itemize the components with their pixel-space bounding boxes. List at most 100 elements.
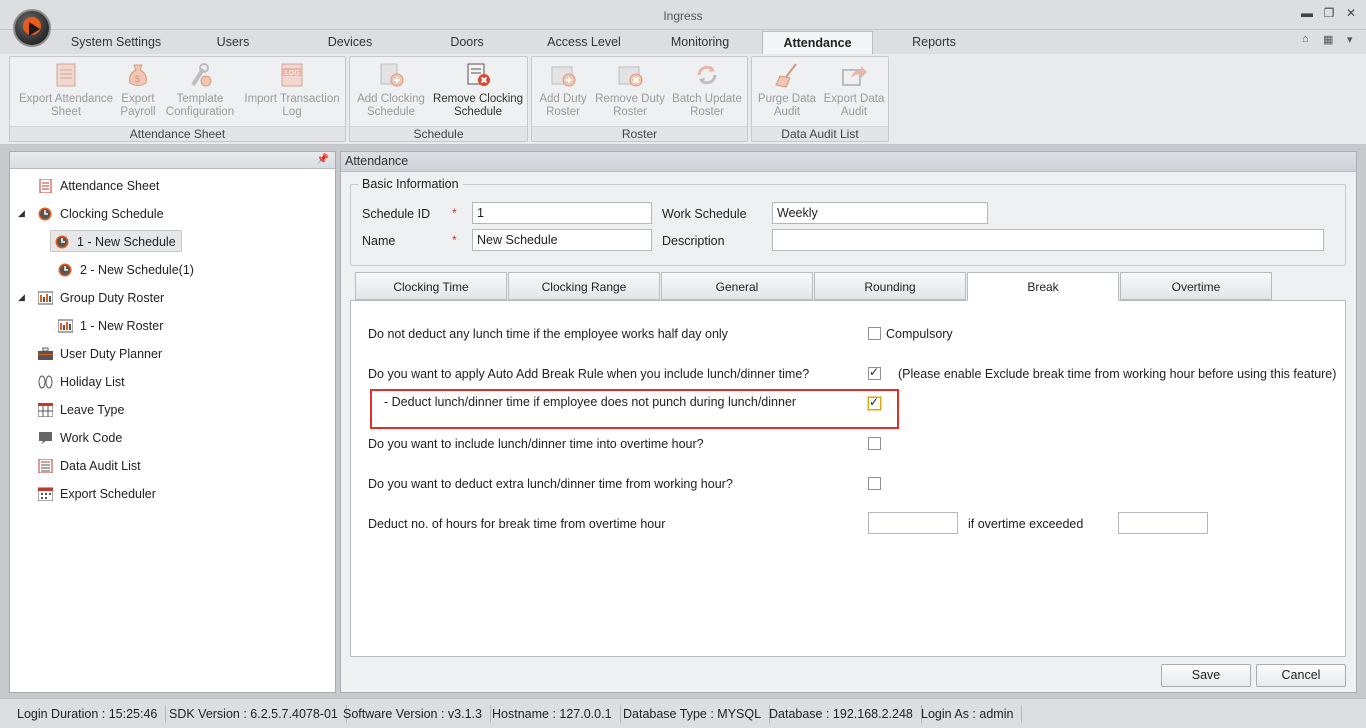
auto-add-break-rule-checkbox[interactable] (868, 365, 881, 380)
ribbon-group-label: Schedule (350, 126, 527, 141)
purge-data-audit-button[interactable]: Purge Data Audit (754, 61, 820, 119)
tab-rounding[interactable]: Rounding (814, 272, 966, 300)
basic-information-group (350, 184, 1346, 266)
briefcase-icon (38, 346, 53, 360)
tab-clocking-range[interactable]: Clocking Range (508, 272, 660, 300)
deduct-hours-input[interactable] (868, 512, 958, 534)
tools-icon (185, 61, 215, 89)
batch-update-roster-label: Batch Update Roster (672, 93, 742, 118)
list-icon (38, 458, 53, 474)
tree-item-schedule-2[interactable]: 2 - New Schedule(1) (58, 259, 194, 281)
deduct-no-punch-checkbox[interactable] (868, 395, 881, 410)
tab-doors[interactable]: Doors (438, 31, 496, 54)
tree-item-export-scheduler[interactable]: Export Scheduler (37, 483, 156, 505)
include-into-overtime-checkbox[interactable] (868, 437, 881, 450)
import-transaction-log-label: Import Transaction Log (244, 93, 340, 118)
collapse-ribbon-icon[interactable]: ⌂ (1302, 33, 1309, 45)
include-into-overtime-label: Do you want to include lunch/dinner time… (368, 437, 704, 451)
template-configuration-button[interactable]: Template Configuration (162, 61, 238, 119)
tab-system-settings[interactable]: System Settings (64, 31, 168, 54)
template-configuration-label: Template Configuration (165, 93, 235, 118)
add-duty-roster-label: Add Duty Roster (539, 93, 587, 118)
description-input[interactable] (772, 229, 1324, 251)
clock-icon (55, 234, 70, 249)
tab-reports[interactable]: Reports (900, 31, 968, 54)
clock-icon (38, 206, 53, 221)
export-attendance-sheet-button[interactable]: Export Attendance Sheet (14, 61, 118, 119)
svg-text:$: $ (135, 74, 140, 84)
export-data-audit-button[interactable]: Export Data Audit (820, 61, 888, 119)
name-label: Name (362, 234, 396, 248)
ribbon-group-label: Attendance Sheet (10, 126, 345, 141)
description-label: Description (662, 234, 725, 248)
tree-item-schedule-1[interactable]: 1 - New Schedule (50, 230, 182, 252)
tab-access-level[interactable]: Access Level (540, 31, 628, 54)
pin-icon[interactable]: 📌 (317, 154, 329, 165)
collapse-arrow-icon[interactable]: ◢ (18, 208, 25, 219)
clock-icon (58, 262, 73, 277)
remove-clocking-schedule-button[interactable]: Remove Clocking Schedule (430, 61, 526, 119)
add-clocking-schedule-button[interactable]: Add Clocking Schedule (352, 61, 430, 119)
tab-devices[interactable]: Devices (318, 31, 382, 54)
add-schedule-icon (376, 61, 406, 89)
add-duty-roster-button[interactable]: Add Duty Roster (534, 61, 592, 119)
schedule-id-input[interactable] (472, 202, 652, 224)
collapse-arrow-icon[interactable]: ◢ (18, 292, 25, 303)
work-schedule-input[interactable] (772, 202, 988, 224)
no-deduct-half-day-label: Do not deduct any lunch time if the empl… (368, 327, 728, 341)
tree-item-label: Clocking Schedule (60, 207, 164, 221)
tree-item-group-duty-roster[interactable]: Group Duty Roster (37, 287, 164, 309)
roster-icon (57, 318, 74, 333)
tree-item-clocking-schedule[interactable]: Clocking Schedule (38, 203, 164, 225)
tree-item-holiday-list[interactable]: Holiday List (38, 371, 125, 393)
cancel-button[interactable]: Cancel (1256, 664, 1346, 687)
tab-overtime[interactable]: Overtime (1120, 272, 1272, 300)
ribbon-group-data-audit-list: Purge Data Audit Export Data Audit Data … (751, 56, 889, 142)
app-logo-icon[interactable] (13, 9, 51, 47)
name-input[interactable] (472, 229, 652, 251)
deduct-extra-time-checkbox[interactable] (868, 477, 881, 490)
svg-text:LOG: LOG (285, 70, 300, 77)
work-schedule-label: Work Schedule (662, 207, 747, 221)
tree-item-leave-type[interactable]: Leave Type (37, 399, 124, 421)
tab-monitoring[interactable]: Monitoring (660, 31, 740, 54)
remove-clocking-schedule-label: Remove Clocking Schedule (432, 93, 524, 118)
tab-users[interactable]: Users (200, 31, 266, 54)
export-payroll-label: Export Payroll (120, 93, 156, 118)
remove-roster-icon (615, 61, 645, 89)
broom-icon (772, 61, 802, 89)
grid-icon (37, 402, 54, 418)
tree-item-data-audit-list[interactable]: Data Audit List (38, 455, 141, 477)
tree-item-roster-1[interactable]: 1 - New Roster (57, 315, 163, 337)
batch-update-roster-button[interactable]: Batch Update Roster (668, 61, 746, 119)
remove-duty-roster-label: Remove Duty Roster (595, 93, 665, 118)
minimize-icon[interactable]: ▬ (1300, 6, 1314, 20)
export-icon (839, 61, 869, 89)
remove-duty-roster-button[interactable]: Remove Duty Roster (592, 61, 668, 119)
compulsory-checkbox[interactable] (868, 327, 881, 340)
tab-clocking-time[interactable]: Clocking Time (355, 272, 507, 300)
tab-general[interactable]: General (661, 272, 813, 300)
tree-item-label: User Duty Planner (60, 347, 163, 361)
layout-icon[interactable]: ▦ (1323, 33, 1333, 46)
tree-item-user-duty-planner[interactable]: User Duty Planner (38, 343, 162, 365)
refresh-icon (692, 61, 722, 89)
ribbon-group-label: Roster (532, 126, 747, 141)
tab-break[interactable]: Break (967, 272, 1119, 301)
status-login-duration: Login Duration : 15:25:46 (9, 705, 167, 723)
tab-attendance[interactable]: Attendance (762, 31, 873, 54)
purge-data-audit-label: Purge Data Audit (757, 93, 817, 118)
remove-schedule-icon (463, 61, 493, 89)
overtime-exceeded-input[interactable] (1118, 512, 1208, 534)
import-transaction-log-button[interactable]: LOG Import Transaction Log (240, 61, 344, 119)
status-sdk-version: SDK Version : 6.2.5.7.4078-01 (161, 705, 347, 723)
export-payroll-button[interactable]: $ Export Payroll (116, 61, 160, 119)
help-dropdown-icon[interactable]: ▾ (1347, 33, 1353, 46)
tree-item-attendance-sheet[interactable]: Attendance Sheet (38, 175, 159, 197)
restore-icon[interactable]: ❐ (1322, 6, 1336, 20)
status-hostname: Hostname : 127.0.0.1 (484, 705, 621, 723)
close-icon[interactable]: ✕ (1344, 6, 1358, 20)
tree-item-work-code[interactable]: Work Code (38, 427, 122, 449)
tree-item-label: Work Code (60, 431, 123, 445)
save-button[interactable]: Save (1161, 664, 1251, 687)
